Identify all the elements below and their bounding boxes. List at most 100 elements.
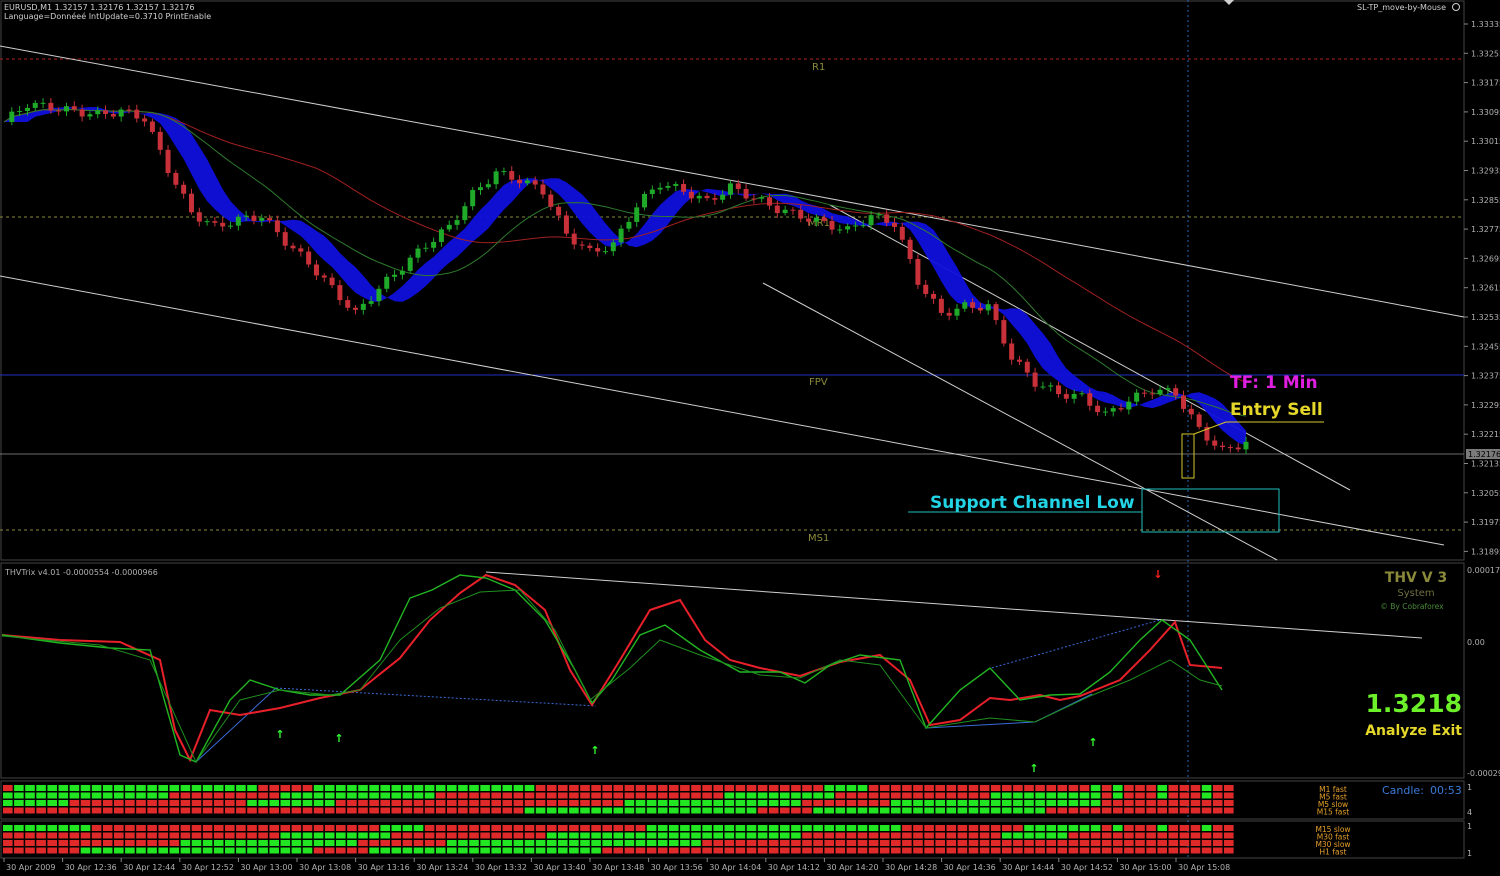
heatmap-cell: [1146, 840, 1156, 846]
heatmap-cell: [1190, 785, 1201, 791]
heatmap-cell: [702, 832, 712, 839]
smiley-icon[interactable]: [1452, 3, 1460, 11]
price-tick-label: 1.32375: [1471, 372, 1500, 381]
heatmap-cell: [702, 840, 712, 846]
heatmap-cell: [691, 847, 701, 854]
heatmap-cell: [447, 840, 457, 846]
candle-body: [1227, 447, 1233, 449]
cloud-band: [4, 107, 1246, 446]
heatmap-cell: [1068, 800, 1079, 806]
candle-body: [173, 172, 179, 185]
heatmap-cell: [1101, 800, 1112, 806]
heatmap-cell: [669, 785, 679, 791]
brand-credit: © By Cobraforex: [1380, 602, 1444, 611]
heatmap-cell: [125, 785, 135, 791]
heatmap-cell: [180, 807, 191, 814]
candle-body: [993, 304, 999, 321]
scroll-marker-icon[interactable]: [1224, 0, 1234, 5]
heatmap-cell: [469, 825, 479, 831]
candle-body: [845, 226, 851, 230]
heatmap-cell: [291, 832, 302, 839]
heatmap-cell: [1224, 792, 1234, 799]
heatmap-cell: [14, 840, 24, 846]
heatmap-cell: [957, 785, 968, 791]
candle-body: [118, 109, 124, 117]
heatmap-cell: [957, 800, 968, 806]
candle-body: [571, 233, 577, 245]
candle-body: [204, 221, 210, 223]
heatmap-cell: [324, 800, 335, 806]
heatmap-cell: [957, 825, 968, 831]
heatmap-cell: [336, 807, 346, 814]
heatmap-scale-bottom-2: 1: [1467, 849, 1472, 858]
heatmap-cell: [746, 792, 757, 799]
price-tick-label: 1.31975: [1471, 518, 1500, 527]
heatmap-cell: [91, 847, 102, 854]
heatmap-cell: [913, 825, 923, 831]
candle-body: [759, 197, 765, 199]
heatmap-cell: [1224, 847, 1234, 854]
heatmap-cell: [1024, 840, 1034, 846]
heatmap-cell: [635, 807, 646, 814]
price-panel: [0, 0, 1465, 561]
heatmap-cell: [313, 800, 324, 806]
trading-chart: R1 MR1 FPV MS1 TF: 1 Min Entry Sell Supp…: [0, 0, 1500, 872]
heatmap-cell: [691, 825, 701, 831]
heatmap-cell: [169, 825, 180, 831]
candle-body: [1056, 385, 1062, 395]
heatmap-cell: [757, 825, 768, 831]
heatmap-cell: [535, 800, 546, 806]
heatmap-cell: [757, 847, 768, 854]
heatmap-cell: [1113, 847, 1123, 854]
heatmap-cell: [225, 825, 235, 831]
heatmap-cell: [813, 800, 823, 806]
heatmap-cell: [868, 840, 879, 846]
heatmap-cell: [1002, 832, 1012, 839]
heatmap-cell: [580, 800, 590, 806]
candle-body: [306, 251, 312, 265]
heatmap-cell: [691, 792, 701, 799]
heatmap-cell: [1035, 807, 1045, 814]
heatmap-cell: [702, 785, 712, 791]
heatmap-cell: [469, 840, 479, 846]
heatmap-cell: [25, 807, 35, 814]
heatmap-cell: [1090, 807, 1101, 814]
heatmap-cell: [258, 840, 268, 846]
heatmap-cell: [402, 800, 413, 806]
heatmap-cell: [169, 785, 180, 791]
heatmap-cell: [569, 807, 579, 814]
heatmap-cell: [1068, 807, 1079, 814]
heatmap-cell: [513, 792, 524, 799]
heatmap-cell: [957, 792, 968, 799]
heatmap-cell: [358, 800, 368, 806]
heatmap-cell: [569, 840, 579, 846]
candle-body: [235, 216, 241, 226]
heatmap-cell: [879, 847, 890, 854]
heatmap-cell: [91, 832, 102, 839]
heatmap-cell: [402, 840, 413, 846]
heatmap-cell: [646, 792, 657, 799]
heatmap-cell: [613, 807, 624, 814]
heatmap-cell: [102, 800, 113, 806]
heatmap-cell: [502, 785, 513, 791]
heatmap-cell: [902, 785, 912, 791]
heatmap-cell: [824, 832, 834, 839]
heatmap-cell: [1013, 792, 1023, 799]
heatmap-cell: [302, 807, 313, 814]
heatmap-cell: [1224, 832, 1234, 839]
osc-signal-green: [1, 574, 1223, 763]
heatmap-cell: [680, 847, 690, 854]
heatmap-cell: [913, 832, 923, 839]
heatmap-cell: [302, 785, 313, 791]
candle-body: [32, 102, 38, 108]
heatmap-cell: [846, 825, 857, 831]
heatmap-cell: [358, 792, 368, 799]
heatmap-cell: [380, 785, 390, 791]
heatmap-cell: [291, 792, 302, 799]
heatmap-cell: [1124, 847, 1134, 854]
heatmap-cell: [358, 807, 368, 814]
heatmap-cell: [813, 825, 823, 831]
heatmap-cell: [1090, 847, 1101, 854]
heatmap-cell: [336, 792, 346, 799]
heatmap-cell: [824, 840, 834, 846]
